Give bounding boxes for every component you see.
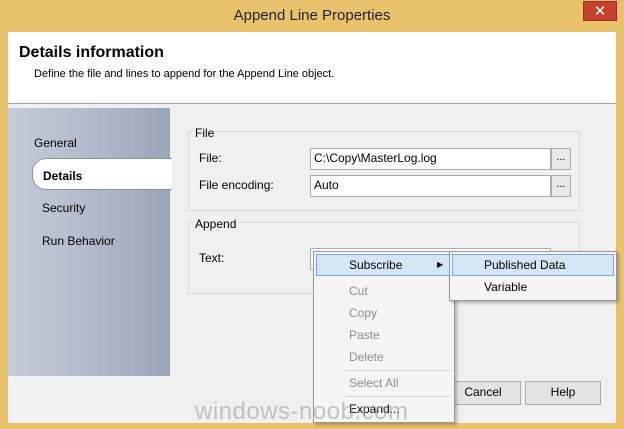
page-description: Define the file and lines to append for … [34,68,335,80]
close-button[interactable]: ✕ [583,1,617,21]
window-title: Append Line Properties [233,7,391,24]
file-group [188,131,580,211]
menu-item-paste[interactable]: Paste [349,328,380,342]
sidebar-item-general[interactable]: General [34,136,77,150]
menu-separator [345,396,451,397]
sidebar-item-run-behavior[interactable]: Run Behavior [42,234,115,248]
file-encoding-label: File encoding: [199,178,274,192]
menu-item-subscribe[interactable]: Subscribe [349,258,402,272]
menu-separator [345,370,451,371]
file-encoding-input[interactable]: Auto [310,175,551,197]
menu-item-delete[interactable]: Delete [349,350,384,364]
text-label: Text: [199,251,225,265]
page-title: Details information [19,44,164,61]
header-panel: Details information Define the file and … [8,32,616,104]
window-frame-left [0,32,8,429]
submenu-arrow-icon: ▶ [437,260,444,269]
menu-item-copy[interactable]: Copy [349,306,377,320]
menu-item-cut[interactable]: Cut [349,284,368,298]
menu-item-select-all[interactable]: Select All [349,376,398,390]
submenu-item-published-data[interactable]: Published Data [484,258,565,272]
help-button[interactable]: Help [525,381,601,405]
sidebar-item-details[interactable]: Details [43,169,82,183]
watermark: windows-noob.com [195,398,409,425]
file-encoding-browse-button[interactable]: ... [551,175,571,197]
window-frame-right [616,32,624,429]
sidebar-item-security[interactable]: Security [42,201,85,215]
cancel-button[interactable]: Cancel [445,381,521,405]
file-group-label: File [193,126,217,140]
file-label: File: [199,151,222,165]
file-input[interactable]: C:\Copy\MasterLog.log [310,148,551,170]
file-browse-button[interactable]: ... [551,148,571,170]
submenu-item-variable[interactable]: Variable [484,280,527,294]
append-group-label: Append [193,217,239,231]
